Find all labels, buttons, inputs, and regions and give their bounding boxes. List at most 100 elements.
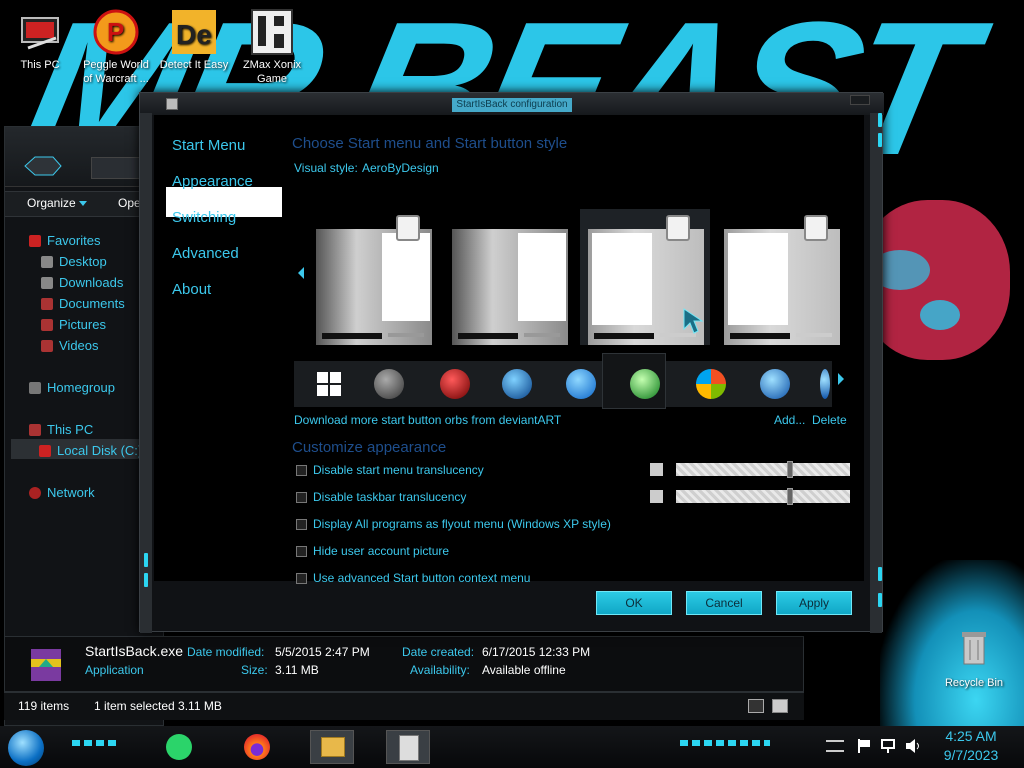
nav-label: Favorites [47, 233, 101, 248]
style-thumbnail-selected[interactable] [588, 215, 704, 345]
cancel-button[interactable]: Cancel [686, 591, 762, 615]
nav-homegroup[interactable]: Homegroup [29, 380, 115, 395]
blue-round-orb-icon[interactable] [566, 369, 596, 399]
slider-thumb[interactable] [787, 488, 793, 505]
nav-documents[interactable]: Documents [41, 296, 125, 311]
date-created-label: Date created: [402, 645, 475, 659]
option-label: Use advanced Start button context menu [313, 571, 531, 585]
dialog-titlebar[interactable]: StartIsBack configuration [140, 93, 884, 115]
recycle-bin-icon [950, 626, 998, 674]
ok-button[interactable]: OK [596, 591, 672, 615]
flag-icon[interactable] [856, 738, 872, 754]
frame-accent [878, 567, 882, 581]
desktop-icon-label: ZMax Xonix Game [242, 59, 302, 85]
notes-app-button[interactable] [158, 730, 202, 764]
option-advanced-context-menu[interactable]: Use advanced Start button context menu [296, 571, 530, 585]
sidebar-item-switching[interactable]: Switching [172, 209, 236, 226]
nav-pictures[interactable]: Pictures [41, 317, 106, 332]
clock-time[interactable]: 4:25 AM [936, 728, 1006, 744]
red-orb-icon[interactable] [440, 369, 470, 399]
checkbox[interactable] [296, 464, 307, 476]
option-disable-start-menu-translucency[interactable]: Disable start menu translucency [296, 463, 484, 477]
style-thumbnail[interactable] [316, 215, 432, 345]
thumbnail-panel [382, 233, 430, 321]
taskbar-color-swatch[interactable] [650, 490, 663, 503]
start-menu-color-swatch[interactable] [650, 463, 663, 476]
vista-orb-icon[interactable] [760, 369, 790, 399]
action-center-icon[interactable] [826, 740, 844, 752]
sidebar-item-start-menu[interactable]: Start Menu [172, 137, 245, 154]
download-orbs-link[interactable]: Download more start button orbs from dev… [294, 413, 561, 427]
selection-info: 1 item selected 3.11 MB [94, 699, 222, 713]
desktop-icon-detect-it-easy[interactable]: De Detect It Easy [158, 8, 230, 72]
clover-orb-icon[interactable] [630, 369, 660, 399]
back-forward-icon[interactable] [23, 155, 63, 177]
thumbnail-panel [592, 233, 652, 325]
availability-value: Available offline [482, 663, 566, 677]
option-label: Disable start menu translucency [313, 463, 484, 477]
user-picture-icon [804, 215, 828, 241]
thumbnail-bar [388, 333, 424, 337]
dialog-frame-right [870, 113, 882, 633]
taskbar-accent [680, 740, 770, 746]
file-explorer-app-button[interactable] [310, 730, 354, 764]
desktop-icon-zmax[interactable]: ZMax Xonix Game [236, 8, 308, 86]
option-disable-taskbar-translucency[interactable]: Disable taskbar translucency [296, 490, 466, 504]
network-icon[interactable] [880, 738, 896, 754]
apply-button[interactable]: Apply [776, 591, 852, 615]
star-icon [29, 234, 41, 247]
firefox-app-button[interactable] [236, 730, 280, 764]
desktop-icon-label: Peggle World of Warcraft ... [83, 59, 149, 85]
details-view-icon[interactable] [748, 699, 764, 713]
nav-videos[interactable]: Videos [41, 338, 99, 353]
desktop-icon-label: Recycle Bin [944, 677, 1004, 689]
delete-orb-link[interactable]: Delete [812, 413, 847, 427]
option-hide-user-picture[interactable]: Hide user account picture [296, 544, 449, 558]
blue-windows-orb-icon[interactable] [502, 369, 532, 399]
option-flyout-all-programs[interactable]: Display All programs as flyout menu (Win… [296, 517, 611, 531]
network-icon [29, 486, 41, 499]
style-thumbnail[interactable] [724, 215, 840, 345]
add-orb-link[interactable]: Add... [774, 413, 805, 427]
nav-label: Desktop [59, 254, 107, 269]
visual-style-value: AeroByDesign [362, 161, 439, 175]
explorer-status-bar: 119 items 1 item selected 3.11 MB [4, 692, 804, 720]
style-thumbnail[interactable] [452, 229, 568, 345]
checkbox[interactable] [296, 572, 307, 584]
checkbox[interactable] [296, 545, 307, 557]
close-button[interactable] [850, 95, 870, 105]
sidebar-item-advanced[interactable]: Advanced [172, 245, 239, 262]
windows-flat-orb-icon[interactable] [314, 369, 344, 399]
start-menu-opacity-slider[interactable] [676, 461, 850, 478]
partial-orb-icon[interactable] [820, 369, 830, 399]
nav-network[interactable]: Network [29, 485, 95, 500]
nav-this-pc[interactable]: This PC [29, 422, 93, 437]
large-icons-view-icon[interactable] [772, 699, 788, 713]
slider-thumb[interactable] [787, 461, 793, 478]
desktop-icon-peggle[interactable]: P Peggle World of Warcraft ... [80, 8, 152, 86]
clock-date[interactable]: 9/7/2023 [936, 747, 1006, 763]
scroll-left-icon[interactable] [298, 267, 304, 279]
taskbar-opacity-slider[interactable] [676, 488, 850, 505]
start-orb-icon[interactable] [8, 730, 44, 766]
file-name: StartIsBack.exe [85, 643, 184, 659]
thumbnail-bar [594, 333, 654, 339]
startisback-app-button[interactable] [386, 730, 430, 764]
scroll-right-icon[interactable] [838, 373, 844, 385]
sidebar-item-about[interactable]: About [172, 281, 211, 298]
nav-favorites[interactable]: Favorites [29, 233, 100, 248]
organize-button[interactable]: Organize [27, 196, 76, 210]
thumbnail-bar [524, 333, 560, 337]
nav-local-disk[interactable]: Local Disk (C:) [39, 443, 142, 458]
checkbox[interactable] [296, 491, 307, 503]
volume-icon[interactable] [904, 738, 922, 754]
nav-downloads[interactable]: Downloads [41, 275, 123, 290]
xp-orb-icon[interactable] [696, 369, 726, 399]
svg-text:De: De [176, 19, 212, 50]
desktop-icon-this-pc[interactable]: This PC [4, 8, 76, 72]
sidebar-item-appearance[interactable]: Appearance [172, 173, 253, 190]
grey-orb-icon[interactable] [374, 369, 404, 399]
checkbox[interactable] [296, 518, 307, 530]
desktop-icon-recycle-bin[interactable]: Recycle Bin [938, 626, 1010, 690]
nav-desktop[interactable]: Desktop [41, 254, 107, 269]
